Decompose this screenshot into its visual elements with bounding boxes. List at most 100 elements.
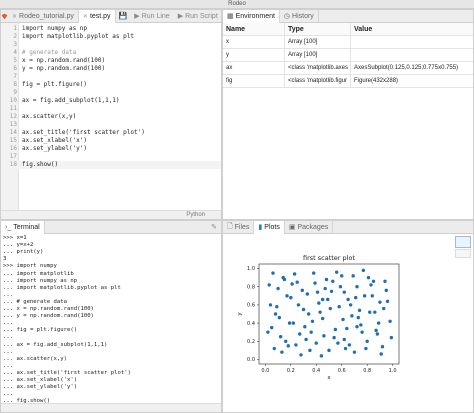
scatter-point — [290, 282, 294, 286]
code-line[interactable]: 4 # generate data — [1, 49, 221, 57]
line-number: 11 — [9, 105, 17, 112]
terminal-line: ... print(y) — [3, 249, 44, 256]
code-line[interactable]: 18 fig.show() — [1, 161, 221, 169]
scatter-point — [369, 283, 373, 287]
play-icon: ▶ — [134, 13, 140, 20]
table-row[interactable]: y Array [100] — [223, 49, 473, 62]
scatter-point — [294, 343, 298, 347]
scatter-point — [359, 323, 363, 327]
close-tab-icon[interactable]: ✕ — [12, 13, 17, 20]
table-header: Name Type Value — [223, 23, 473, 36]
code-line[interactable]: 1 import numpy as np — [1, 25, 221, 33]
code-line[interactable]: 11 — [1, 105, 221, 113]
code-text: import numpy as np — [22, 25, 88, 32]
tab-plots[interactable]: ▮ Plots — [254, 221, 285, 234]
scatter-point — [287, 321, 292, 325]
table-row[interactable]: ax <class 'matplotlib.axes AxesSubplot(0… — [223, 62, 473, 75]
tab-test-py[interactable]: ✕ test.py — [78, 10, 116, 23]
scatter-point — [296, 303, 301, 307]
code-line[interactable]: 17 — [1, 153, 221, 161]
scatter-point — [373, 310, 377, 314]
table-row[interactable]: fig <class 'matplotlib.figur Figure(432x… — [223, 75, 473, 88]
scatter-point — [375, 332, 380, 336]
tab-rodeo-tutorial[interactable]: ✕ Rodeo_tutorial.py — [8, 10, 79, 22]
plot-thumbnail[interactable] — [455, 249, 471, 258]
scatter-point — [389, 335, 394, 340]
code-text: ax.set_title('first scatter plot') — [22, 129, 145, 136]
scatter-point — [322, 334, 326, 338]
code-line[interactable]: 15 ax.set_xlabel('x') — [1, 137, 221, 145]
scatter-point — [272, 346, 276, 351]
scatter-point — [352, 350, 357, 354]
clear-console-button[interactable]: ✎ — [207, 223, 221, 231]
scatter-point — [382, 306, 386, 311]
scatter-point — [327, 348, 331, 353]
plot-thumbnail[interactable] — [455, 236, 471, 248]
code-line[interactable]: 14 ax.set_title('first scatter plot') — [1, 129, 221, 137]
chart-icon: ▮ — [258, 224, 263, 231]
code-editor[interactable]: 1 import numpy as np 2 import matplotlib.py… — [1, 23, 221, 210]
save-button[interactable]: 💾 — [116, 12, 131, 20]
tab-environment[interactable]: ▦ Environment — [223, 10, 280, 23]
code-line[interactable]: 5 x = np.random.rand(100) — [1, 57, 221, 65]
scatter-point — [380, 345, 385, 349]
scatter-point — [378, 300, 382, 304]
line-number: 5 — [13, 57, 17, 64]
code-line[interactable]: 13 — [1, 121, 221, 129]
save-icon: 💾 — [118, 13, 128, 20]
terminal-line: >>> x=1 — [3, 235, 27, 241]
tab-packages[interactable]: ▣ Packages — [285, 221, 334, 233]
scatter-point — [268, 303, 273, 307]
x-tick-label: 0.6 — [338, 368, 346, 374]
code-line[interactable]: 6 y = np.random.rand(100) — [1, 65, 221, 73]
column-header-name[interactable]: Name — [223, 23, 285, 35]
variable-value — [351, 49, 473, 61]
scatter-point — [309, 330, 313, 334]
y-tick-label: 0.8 — [247, 284, 255, 290]
tab-files[interactable]: 🗋 Files — [223, 221, 255, 233]
scatter-point — [355, 285, 359, 289]
code-line[interactable]: 7 — [1, 73, 221, 81]
code-line[interactable]: 16 ax.set_ylabel('y') — [1, 145, 221, 153]
code-text: # generate data — [22, 49, 77, 56]
scatter-point — [267, 283, 271, 287]
scatter-point — [282, 277, 287, 282]
run-script-button[interactable]: ▶ Run Script — [174, 12, 221, 21]
scatter-point — [295, 280, 299, 284]
y-tick-label: 0.4 — [247, 321, 255, 327]
column-header-type[interactable]: Type — [285, 23, 351, 35]
variable-value: Figure(432x288) — [354, 78, 399, 84]
scatter-point — [298, 332, 302, 336]
code-line[interactable]: 2 import matplotlib.pyplot as plt — [1, 33, 221, 41]
language-label: Python — [186, 212, 205, 218]
terminal-statusbar — [1, 403, 221, 412]
variable-name: ax — [223, 62, 285, 74]
scatter-point — [340, 274, 344, 278]
scatter-point — [361, 268, 366, 273]
scatter-point — [346, 297, 350, 302]
column-header-value[interactable]: Value — [351, 23, 473, 35]
code-line[interactable]: 10 ax = fig.add_subplot(1,1,1) — [1, 97, 221, 105]
code-text: fig = plt.figure() — [22, 81, 88, 88]
scatter-point — [300, 288, 304, 293]
terminal-output[interactable]: >>> x=1... y=x+2... print(y) 3 >>> import … — [1, 234, 221, 404]
code-line[interactable]: 8 fig = plt.figure() — [1, 81, 221, 89]
plots-pane: 🗋 Files ▮ Plots ▣ Packages first scatter… — [222, 220, 474, 413]
code-text: ax = fig.add_subplot(1,1,1) — [22, 97, 120, 104]
scatter-point — [384, 288, 388, 293]
scatter-point — [299, 353, 303, 357]
scatter-point — [308, 348, 312, 353]
scatter-point — [333, 327, 338, 332]
code-line[interactable]: 3 — [1, 41, 221, 49]
terminal-line: ... ax.set_ylabel('y') — [3, 384, 78, 391]
tab-terminal[interactable]: ›_ Terminal — [1, 221, 45, 234]
tab-history[interactable]: ◷ History — [280, 10, 319, 22]
code-line[interactable]: 9 — [1, 89, 221, 97]
terminal-line: ... ax.scatter(x,y) — [3, 355, 67, 362]
close-tab-icon[interactable]: ✕ — [83, 13, 88, 20]
scatter-point — [362, 294, 367, 298]
run-line-button[interactable]: ▶ Run Line — [130, 12, 173, 21]
code-line[interactable]: 12 ax.scatter(x,y) — [1, 113, 221, 121]
terminal-line: ... # generate data — [3, 298, 67, 305]
table-row[interactable]: x Array [100] — [223, 36, 473, 49]
